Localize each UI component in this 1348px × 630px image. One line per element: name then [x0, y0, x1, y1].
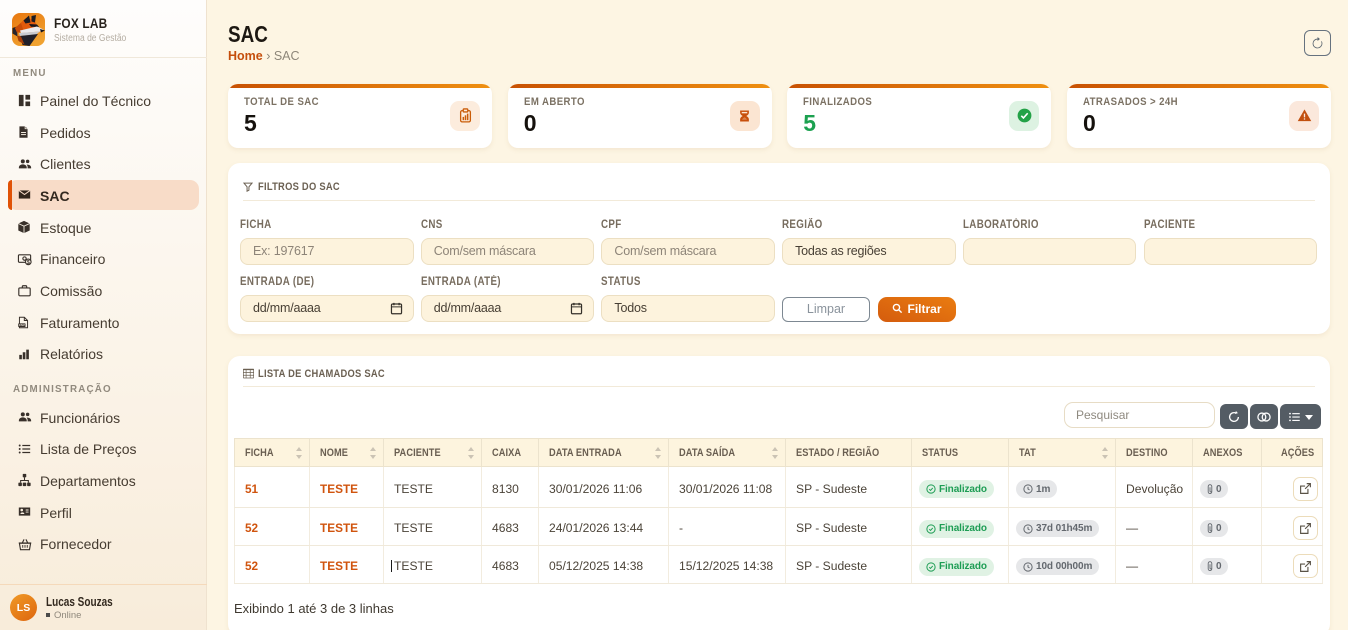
svg-text:CSV: CSV [19, 323, 25, 327]
svg-text:$: $ [27, 260, 30, 266]
